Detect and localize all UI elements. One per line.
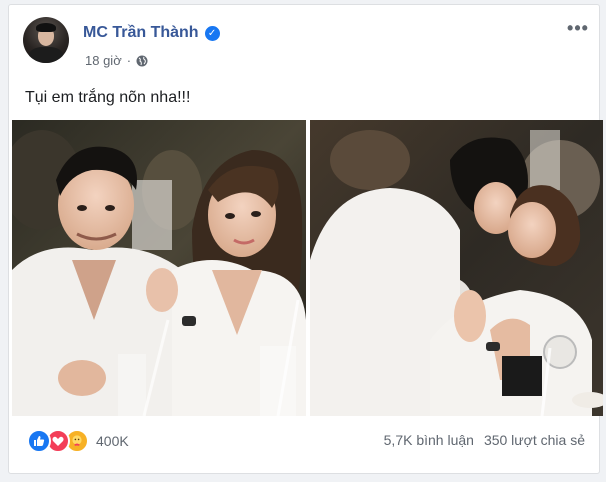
author-row: MC Trần Thành ✓ [83,24,220,42]
verified-badge-icon: ✓ [204,25,220,41]
engagement-info: 5,7K bình luận 350 lượt chia sẻ [384,432,585,448]
like-icon [27,429,51,453]
post-card: MC Trần Thành ✓ 18 giờ · ••• Tụi em trắn… [8,4,603,474]
post-stats: 400K 5,7K bình luận 350 lượt chia sẻ [27,429,585,453]
reactions-summary[interactable]: 400K [27,429,129,453]
reaction-count: 400K [96,433,129,449]
author-name[interactable]: MC Trần Thành [83,24,199,42]
shares-count-link[interactable]: 350 lượt chia sẻ [484,432,585,448]
couple-photo-right-image [310,120,603,416]
couple-photo-left-image [12,120,306,416]
post-timestamp[interactable]: 18 giờ [85,53,122,68]
more-options-button[interactable]: ••• [565,19,591,41]
post-meta: 18 giờ · [85,53,148,68]
meta-separator: · [126,53,132,68]
comments-count-link[interactable]: 5,7K bình luận [384,432,474,448]
globe-icon[interactable] [136,55,148,67]
post-photo-right[interactable] [310,120,603,416]
post-text: Tụi em trắng nõn nha!!! [25,89,191,106]
author-avatar[interactable] [23,17,69,63]
post-photo-left[interactable] [12,120,306,416]
